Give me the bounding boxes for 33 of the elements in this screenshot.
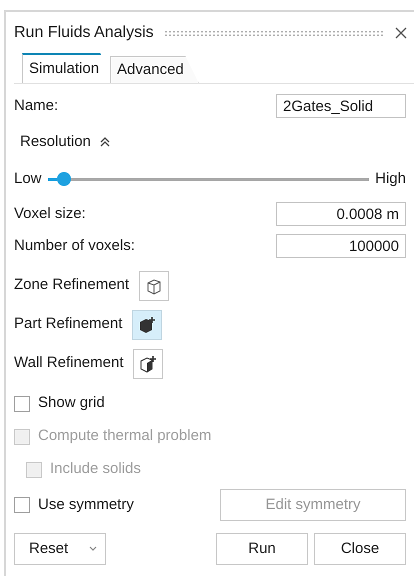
text-field[interactable]: 100000 — [276, 234, 406, 258]
refinement-button[interactable] — [139, 270, 170, 300]
tab[interactable]: Advanced — [110, 56, 199, 83]
checkbox-label: Use symmetry — [38, 494, 134, 515]
run-button[interactable]: Run — [216, 533, 308, 565]
checkbox[interactable] — [14, 497, 30, 513]
window-title: Run Fluids Analysis — [14, 23, 154, 43]
box-outline-icon — [145, 276, 164, 294]
text-field[interactable]: 0.0008 m — [276, 202, 406, 226]
checkbox-label: Compute thermal problem — [38, 426, 212, 446]
field-label: Number of voxels: — [14, 236, 135, 256]
field-label: Voxel size: — [14, 204, 86, 224]
field-label: Name: — [14, 96, 58, 116]
field-label: Zone Refinement — [14, 275, 130, 296]
solid-box-icon — [138, 316, 156, 334]
collapse-button[interactable] — [98, 136, 111, 148]
half-box-icon — [139, 354, 158, 372]
close-button[interactable]: Close — [314, 533, 406, 565]
close-button[interactable] — [394, 26, 408, 40]
slider-thumb[interactable] — [57, 172, 72, 186]
caret-icon — [89, 546, 97, 552]
field-label: Part Refinement — [14, 314, 122, 334]
refinement-button[interactable] — [132, 310, 162, 340]
checkbox[interactable] — [14, 396, 30, 412]
reset-dropdown[interactable]: Reset — [14, 533, 106, 565]
section-label: Resolution — [20, 132, 91, 152]
checkbox-label: Show grid — [38, 393, 105, 414]
field-label: Wall Refinement — [14, 353, 124, 374]
refinement-button[interactable] — [133, 348, 164, 378]
name-field[interactable]: 2Gates_Solid — [276, 94, 406, 118]
slider-label: High — [375, 168, 406, 189]
slider-label: Low — [14, 168, 42, 189]
checkbox-label: Include solids — [50, 459, 141, 480]
